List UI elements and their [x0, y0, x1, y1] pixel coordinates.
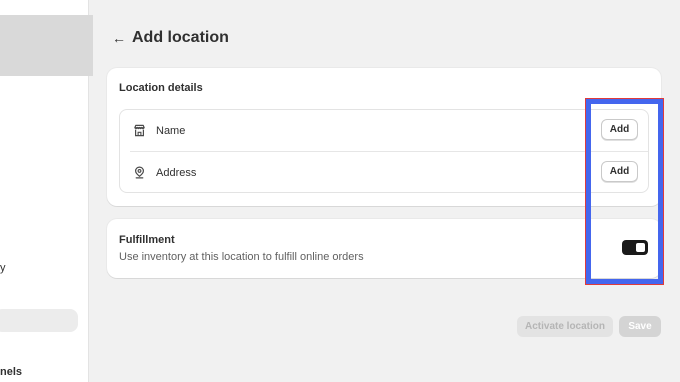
- row-label: Address: [156, 166, 197, 179]
- save-button[interactable]: Save: [619, 316, 661, 337]
- sidebar-header-block: [0, 15, 93, 76]
- sidebar-item-selected[interactable]: [0, 309, 78, 332]
- card-title: Fulfillment: [119, 234, 175, 246]
- sidebar-section-label: nels: [0, 366, 23, 378]
- card-description: Use inventory at this location to fulfil…: [119, 251, 364, 263]
- location-pin-icon: [132, 166, 146, 180]
- toggle-knob: [636, 243, 645, 252]
- add-name-button[interactable]: Add: [601, 119, 638, 140]
- add-address-button[interactable]: Add: [601, 161, 638, 182]
- page-header: ← Add location: [112, 27, 229, 49]
- sidebar-item-text[interactable]: y: [0, 262, 6, 274]
- store-icon: [132, 124, 146, 138]
- fulfillment-toggle[interactable]: [622, 240, 648, 255]
- card-title: Location details: [119, 82, 203, 94]
- details-list: Name Add Address Add: [119, 109, 649, 193]
- activate-location-button[interactable]: Activate location: [517, 316, 613, 337]
- page-title: Add location: [132, 29, 229, 46]
- row-label: Name: [156, 124, 186, 137]
- list-item-name: Name Add: [120, 110, 648, 151]
- fulfillment-card: Fulfillment Use inventory at this locati…: [107, 219, 661, 278]
- list-item-address: Address Add: [120, 152, 648, 193]
- sidebar: y nels: [0, 0, 93, 382]
- location-details-card: Location details Name Add Address Add: [107, 68, 661, 206]
- back-arrow-icon[interactable]: ←: [112, 30, 130, 46]
